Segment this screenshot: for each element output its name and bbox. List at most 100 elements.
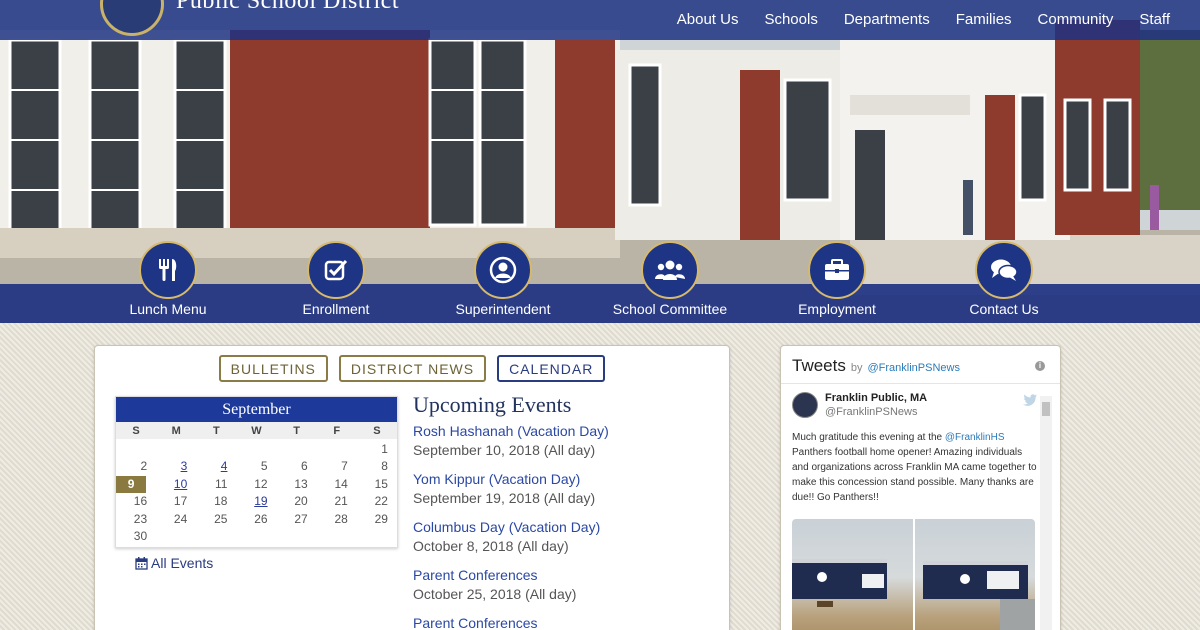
tweet-text: Much gratitude this evening at the @Fran… xyxy=(792,430,1037,505)
tab-calendar[interactable]: CALENDAR xyxy=(497,355,606,382)
calendar-day: 17 xyxy=(173,494,188,509)
calendar-day: 1 xyxy=(381,442,388,456)
twitter-widget-header: Tweets by @FranklinPSNews xyxy=(781,346,1060,384)
event-item: Parent Conferences xyxy=(413,614,713,630)
tab-district-news[interactable]: DISTRICT NEWS xyxy=(338,355,487,382)
calendar-day: 12 xyxy=(254,476,268,491)
calendar-weekdays: S M T W T F S xyxy=(116,422,397,439)
calendar-day[interactable]: 10 xyxy=(156,476,196,493)
weekday-label: T xyxy=(293,424,300,437)
calendar-day: 21 xyxy=(334,494,348,509)
district-title[interactable]: Public School District xyxy=(176,0,399,15)
nav-about-us[interactable]: About Us xyxy=(664,0,752,40)
calendar-day: 25 xyxy=(214,511,228,526)
event-date: September 10, 2018 (All day) xyxy=(413,442,596,458)
calendar-day[interactable]: 9 xyxy=(116,475,147,494)
calendar-blank xyxy=(156,441,196,458)
calendar-day[interactable]: 4 xyxy=(196,458,236,475)
event-title-link[interactable]: Rosh Hashanah (Vacation Day) xyxy=(413,422,713,441)
tweet-mention-link[interactable]: @FranklinHS xyxy=(945,432,1005,443)
calendar-month: September xyxy=(116,397,397,422)
group-icon xyxy=(641,241,699,299)
quicklink-contact-us[interactable]: Contact Us xyxy=(924,241,1084,317)
quicklink-label: Lunch Menu xyxy=(129,301,207,317)
tweet: Franklin Public, MA @FranklinPSNews Much… xyxy=(792,392,1037,630)
calendar-day: 22 xyxy=(374,494,388,509)
calendar-day: 15 xyxy=(374,476,388,491)
quicklink-employment[interactable]: Employment xyxy=(757,241,917,317)
quicklink-label: School Committee xyxy=(612,301,728,317)
twitter-widget: Tweets by @FranklinPSNews i Franklin Pub… xyxy=(780,345,1061,630)
nav-staff[interactable]: Staff xyxy=(1126,0,1183,40)
upcoming-events-heading: Upcoming Events xyxy=(413,392,572,417)
twitter-widget-title: Tweets xyxy=(792,356,846,375)
twitter-bird-icon[interactable] xyxy=(1023,394,1037,406)
tweet-author-name: Franklin Public, MA xyxy=(825,392,928,404)
event-title-link[interactable]: Parent Conferences xyxy=(413,614,713,630)
event-title-link[interactable]: Columbus Day (Vacation Day) xyxy=(413,518,713,537)
twitter-handle-link[interactable]: @FranklinPSNews xyxy=(867,362,959,374)
event-item: Parent Conferences October 25, 2018 (All… xyxy=(413,566,713,604)
main-nav: About Us Schools Departments Families Co… xyxy=(664,0,1183,40)
quicklink-label: Superintendent xyxy=(455,301,551,317)
chat-bubbles-icon xyxy=(975,241,1033,299)
quicklink-lunch-menu[interactable]: Lunch Menu xyxy=(88,241,248,317)
tweet-author-handle: @FranklinPSNews xyxy=(825,406,918,418)
briefcase-icon xyxy=(808,241,866,299)
weekday-label: S xyxy=(132,424,140,437)
calendar-day: 11 xyxy=(214,476,228,491)
calendar-day[interactable]: 19 xyxy=(236,493,276,510)
nav-schools[interactable]: Schools xyxy=(751,0,830,40)
all-events-link[interactable]: All Events xyxy=(135,555,213,571)
event-date: September 19, 2018 (All day) xyxy=(413,490,596,506)
nav-departments[interactable]: Departments xyxy=(831,0,943,40)
calendar-day[interactable]: 3 xyxy=(156,458,196,475)
calendar-day: 24 xyxy=(173,511,188,526)
quicklink-label: Contact Us xyxy=(969,301,1039,317)
mini-calendar: September S M T W T F S 1 2 3 4 5 6 7 8 9 10 11 12 1… xyxy=(115,396,398,549)
tab-bulletins[interactable]: BULLETINS xyxy=(218,355,328,382)
avatar[interactable] xyxy=(792,392,818,418)
calendar-day: 2 xyxy=(140,459,148,474)
calendar-blank xyxy=(236,441,276,458)
event-item: Yom Kippur (Vacation Day) September 19, … xyxy=(413,470,713,508)
calendar-day: 20 xyxy=(294,494,308,509)
weekday-label: T xyxy=(212,424,220,437)
calendar-day: 13 xyxy=(294,476,308,491)
calendar-days: 1 2 3 4 5 6 7 8 9 10 11 12 13 14 15 16 17 18 19 20 21 22 23 24 2… xyxy=(116,439,397,547)
calendar-blank xyxy=(277,441,317,458)
upcoming-events: Upcoming Events Rosh Hashanah (Vacation … xyxy=(413,392,713,630)
news-calendar-panel: BULLETINS DISTRICT NEWS CALENDAR Septemb… xyxy=(94,345,730,630)
weekday-label: M xyxy=(171,424,181,437)
quicklink-label: Enrollment xyxy=(302,301,370,317)
quicklink-school-committee[interactable]: School Committee xyxy=(590,241,750,317)
calendar-day: 26 xyxy=(254,511,268,526)
weekday-label: F xyxy=(333,424,341,437)
calendar-day: 14 xyxy=(334,476,348,491)
checkbox-icon xyxy=(307,241,365,299)
tweet-photo[interactable] xyxy=(914,519,1035,630)
nav-families[interactable]: Families xyxy=(943,0,1025,40)
tweet-author[interactable]: Franklin Public, MA @FranklinPSNews xyxy=(792,392,1037,418)
tweet-photo[interactable] xyxy=(792,519,913,630)
event-title-link[interactable]: Parent Conferences xyxy=(413,566,713,585)
quicklink-superintendent[interactable]: Superintendent xyxy=(423,241,583,317)
panel-tabs: BULLETINS DISTRICT NEWS CALENDAR xyxy=(95,355,729,382)
event-item: Columbus Day (Vacation Day) October 8, 2… xyxy=(413,518,713,556)
calendar-day: 30 xyxy=(133,528,148,543)
calendar-day: 27 xyxy=(294,511,308,526)
event-title-link[interactable]: Yom Kippur (Vacation Day) xyxy=(413,470,713,489)
calendar-day: 16 xyxy=(133,494,148,509)
scrollbar-thumb[interactable] xyxy=(1042,402,1050,416)
nav-community[interactable]: Community xyxy=(1025,0,1127,40)
quicklink-label: Employment xyxy=(798,301,876,317)
calendar-blank xyxy=(317,441,357,458)
calendar-day: 29 xyxy=(374,511,388,526)
tweets-scrollbar[interactable] xyxy=(1040,396,1052,630)
hero-banner: Public School District About Us Schools … xyxy=(0,0,1200,323)
tweet-media[interactable] xyxy=(792,519,1035,630)
quicklink-enrollment[interactable]: Enrollment xyxy=(256,241,416,317)
twitter-by-label: by xyxy=(850,362,863,374)
info-icon[interactable]: i xyxy=(1035,361,1045,371)
event-item: Rosh Hashanah (Vacation Day) September 1… xyxy=(413,422,713,460)
